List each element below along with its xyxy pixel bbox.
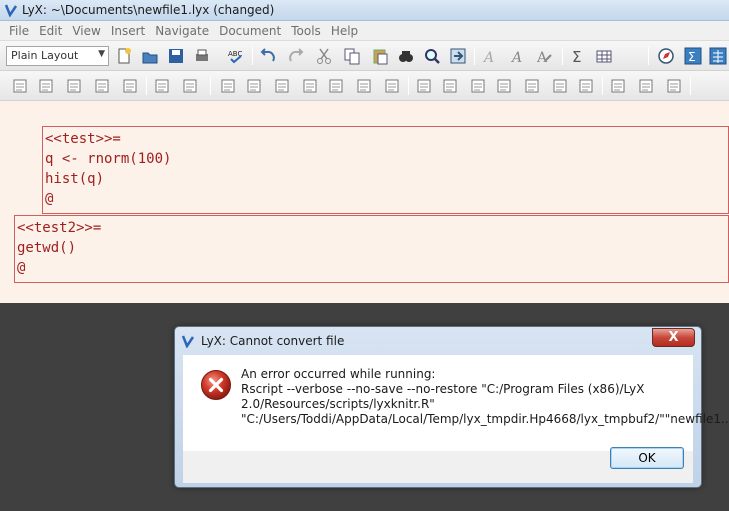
emphasis-icon[interactable]: A — [480, 46, 500, 66]
find-icon[interactable] — [396, 46, 416, 66]
spellcheck-icon[interactable]: ABC — [226, 46, 246, 66]
code-line: q <- rnorm(100) — [45, 151, 172, 167]
code-line: @ — [17, 260, 26, 276]
toolbar-separator — [562, 47, 563, 65]
update-icon[interactable] — [36, 76, 56, 96]
dialog-body: An error occurred while running: Rscript… — [183, 355, 729, 451]
menu-navigate[interactable]: Navigate — [150, 24, 214, 38]
message-line: Rscript --verbose --no-save --no-restore… — [241, 382, 645, 396]
open-icon[interactable] — [140, 46, 160, 66]
cut-icon[interactable] — [314, 46, 334, 66]
toolbar-separator — [210, 77, 211, 95]
layout-select-value: Plain Layout — [11, 49, 79, 62]
save-icon[interactable] — [166, 46, 186, 66]
menu-help[interactable]: Help — [326, 24, 363, 38]
code-line: hist(q) — [45, 171, 105, 187]
note-icon[interactable] — [576, 76, 596, 96]
math-icon[interactable]: Σ — [568, 46, 588, 66]
ert-box-test2[interactable]: <<test2>>= getwd() @ — [14, 215, 729, 283]
align-right-icon[interactable] — [664, 76, 684, 96]
menu-insert[interactable]: Insert — [106, 24, 150, 38]
ok-button[interactable]: OK — [610, 447, 684, 469]
toolbar-separator — [408, 77, 409, 95]
toolbar-separator — [474, 47, 475, 65]
toolbar-separator — [252, 47, 253, 65]
menu-bar: File Edit View Insert Navigate Document … — [0, 21, 729, 41]
align-center-icon[interactable] — [636, 76, 656, 96]
print-icon[interactable] — [192, 46, 212, 66]
chevron-down-icon: ▼ — [98, 49, 105, 59]
svg-text:A: A — [536, 50, 548, 65]
text-style-icon[interactable]: A — [534, 46, 554, 66]
menu-edit[interactable]: Edit — [34, 24, 67, 38]
navigate-icon[interactable] — [448, 46, 468, 66]
menu-document[interactable]: Document — [214, 24, 286, 38]
toc-icon[interactable] — [656, 46, 676, 66]
outdent-icon[interactable] — [326, 76, 346, 96]
table-panel-icon[interactable] — [708, 46, 728, 66]
float-icon[interactable] — [468, 76, 488, 96]
description-icon[interactable] — [272, 76, 292, 96]
toolbar-separator — [602, 77, 603, 95]
code-line: <<test>>= — [45, 131, 121, 147]
table-insert-icon[interactable] — [414, 76, 434, 96]
menu-file[interactable]: File — [4, 24, 34, 38]
figure-icon[interactable] — [382, 76, 402, 96]
layout-select[interactable]: Plain Layout ▼ — [6, 46, 109, 66]
close-icon: X — [668, 330, 679, 345]
secondary-toolbar — [0, 71, 729, 101]
svg-text:A: A — [510, 50, 522, 65]
lyx-logo-icon — [4, 4, 18, 17]
refresh-icon[interactable] — [120, 76, 140, 96]
indent-icon[interactable] — [300, 76, 320, 96]
label-icon[interactable] — [522, 76, 542, 96]
enumerate-icon[interactable] — [244, 76, 264, 96]
view-other-icon[interactable] — [152, 76, 172, 96]
redo-icon[interactable] — [286, 46, 306, 66]
svg-text:A: A — [482, 50, 494, 65]
code-line: getwd() — [17, 240, 77, 256]
menu-view[interactable]: View — [67, 24, 105, 38]
undo-icon[interactable] — [258, 46, 278, 66]
menu-tools[interactable]: Tools — [286, 24, 326, 38]
dialog-title: LyX: Cannot convert file — [201, 334, 345, 348]
align-left-icon[interactable] — [608, 76, 628, 96]
new-document-icon[interactable] — [114, 46, 134, 66]
dedent-icon[interactable] — [354, 76, 374, 96]
table-icon[interactable] — [594, 46, 614, 66]
close-button[interactable]: X — [652, 328, 695, 347]
main-toolbar: Plain Layout ▼ ABC A A A Σ Σ — [0, 41, 729, 71]
message-line: An error occurred while running: — [241, 367, 436, 381]
list-icon[interactable] — [218, 76, 238, 96]
error-icon — [201, 370, 231, 400]
ert-box-test[interactable]: <<test>>= q <- rnorm(100) hist(q) @ — [42, 126, 729, 214]
code-line: @ — [45, 191, 54, 207]
code-line: <<test2>>= — [17, 220, 102, 236]
ref-icon[interactable] — [550, 76, 570, 96]
toolbar-separator — [648, 47, 649, 65]
noun-icon[interactable]: A — [508, 46, 528, 66]
lyx-logo-icon — [181, 335, 195, 348]
view-master-icon[interactable] — [64, 76, 84, 96]
update-master-icon[interactable] — [92, 76, 112, 96]
toolbar-separator — [146, 77, 147, 95]
message-line: "C:/Users/Toddi/AppData/Local/Temp/lyx_t… — [241, 412, 729, 426]
paperclip-icon[interactable] — [440, 76, 460, 96]
window-title: LyX: ~\Documents\newfile1.lyx (changed) — [22, 3, 275, 17]
paste-icon[interactable] — [370, 46, 390, 66]
error-dialog: LyX: Cannot convert file X An error occu… — [174, 326, 729, 488]
error-message: An error occurred while running: Rscript… — [241, 367, 729, 427]
title-bar: LyX: ~\Documents\newfile1.lyx (changed) — [0, 0, 729, 21]
view-icon[interactable] — [10, 76, 30, 96]
math-panel-icon[interactable]: Σ — [683, 46, 703, 66]
message-line: 2.0/Resources/scripts/lyxknitr.R" — [241, 397, 435, 411]
copy-icon[interactable] — [342, 46, 362, 66]
document-area[interactable]: <<test>>= q <- rnorm(100) hist(q) @ <<te… — [0, 101, 729, 303]
svg-text:Σ: Σ — [572, 48, 581, 65]
zoom-icon[interactable] — [422, 46, 442, 66]
svg-text:Σ: Σ — [688, 50, 696, 64]
bookmark-icon[interactable] — [494, 76, 514, 96]
toolbar-separator — [690, 77, 691, 95]
refresh-other-icon[interactable] — [180, 76, 200, 96]
